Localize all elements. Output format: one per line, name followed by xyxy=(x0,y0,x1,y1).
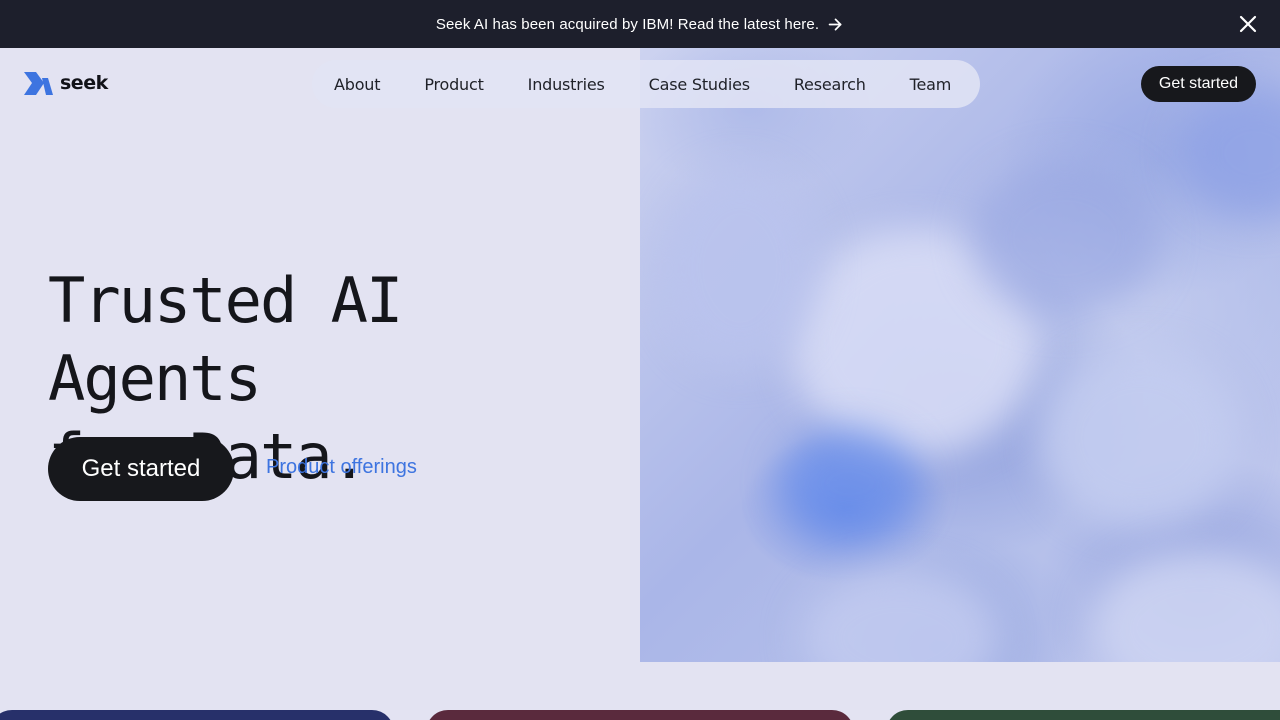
feature-card-1[interactable] xyxy=(0,710,394,720)
logo-text: seek xyxy=(60,72,108,94)
seek-logo[interactable]: seek xyxy=(24,70,108,96)
nav-item-industries[interactable]: Industries xyxy=(528,75,605,94)
nav-item-team[interactable]: Team xyxy=(910,75,952,94)
product-offerings-link[interactable]: Product offerings xyxy=(266,456,417,479)
announcement-banner: Seek AI has been acquired by IBM! Read t… xyxy=(0,0,1280,48)
main-nav: About Product Industries Case Studies Re… xyxy=(312,60,980,108)
header-get-started-button[interactable]: Get started xyxy=(1141,66,1256,102)
announcement-link[interactable]: Seek AI has been acquired by IBM! Read t… xyxy=(436,16,844,33)
close-banner-button[interactable] xyxy=(1238,14,1258,34)
seek-logo-icon xyxy=(24,72,53,95)
nav-item-about[interactable]: About xyxy=(334,75,381,94)
feature-card-3[interactable] xyxy=(886,710,1280,720)
nav-item-research[interactable]: Research xyxy=(794,75,866,94)
feature-card-2[interactable] xyxy=(426,710,854,720)
close-icon xyxy=(1239,15,1257,33)
nav-item-case-studies[interactable]: Case Studies xyxy=(649,75,750,94)
nav-item-product[interactable]: Product xyxy=(424,75,484,94)
hero-get-started-button[interactable]: Get started xyxy=(48,437,234,501)
announcement-text: Seek AI has been acquired by IBM! Read t… xyxy=(435,15,820,33)
hero-title-line-1: Trusted AI Agents xyxy=(48,264,403,415)
hero-background-art xyxy=(640,48,1280,662)
arrow-right-icon xyxy=(828,18,842,30)
